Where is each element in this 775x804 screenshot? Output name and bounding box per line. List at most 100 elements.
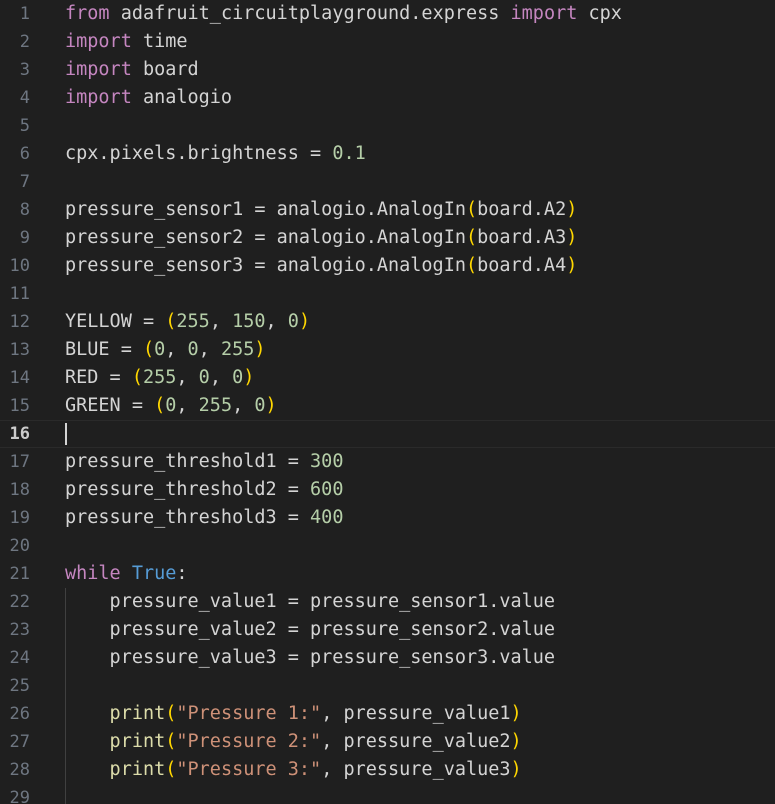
code-text[interactable]: import analogio (65, 84, 232, 112)
code-line[interactable]: 27 print("Pressure 2:", pressure_value2) (0, 728, 775, 756)
code-text[interactable]: import time (65, 28, 188, 56)
code-token: ) (510, 731, 522, 752)
code-token: pressure_threshold3 = (65, 507, 311, 528)
code-line[interactable]: 10 pressure_sensor3 = analogio.AnalogIn(b… (0, 252, 775, 280)
line-number: 25 (9, 676, 30, 696)
code-line[interactable]: 16 (0, 420, 775, 448)
code-text[interactable]: pressure_threshold1 = 300 (65, 448, 343, 476)
code-line[interactable]: 2 import time (0, 28, 775, 56)
line-number: 20 (9, 536, 30, 556)
code-token: pressure_threshold1 = (65, 451, 311, 472)
code-line[interactable]: 14 RED = (255, 0, 0) (0, 364, 775, 392)
line-number: 3 (19, 60, 30, 80)
code-text[interactable]: import board (65, 56, 199, 84)
code-token: , (176, 395, 199, 416)
code-text[interactable]: print("Pressure 2:", pressure_value2) (65, 728, 522, 756)
code-text[interactable]: cpx.pixels.brightness = 0.1 (65, 140, 366, 168)
code-line[interactable]: 1 from adafruit_circuitplayground.express… (0, 0, 775, 28)
code-token: board (131, 59, 199, 80)
code-line[interactable]: 5 (0, 112, 775, 140)
code-line[interactable]: 15 GREEN = (0, 255, 0) (0, 392, 775, 420)
code-token: , (198, 339, 221, 360)
code-line[interactable]: 7 (0, 168, 775, 196)
code-token: , pressure_value1 (321, 703, 511, 724)
code-text[interactable]: RED = (255, 0, 0) (65, 364, 254, 392)
code-line[interactable]: 12 YELLOW = (255, 150, 0) (0, 308, 775, 336)
code-token: 0 (287, 311, 299, 332)
code-token: ( (165, 759, 177, 780)
line-number: 28 (9, 760, 30, 780)
line-number: 16 (9, 424, 30, 444)
code-text[interactable]: pressure_value3 = pressure_sensor3.value (65, 644, 556, 672)
code-editor[interactable]: 1 from adafruit_circuitplayground.express… (0, 0, 775, 804)
code-line[interactable]: 21 while True: (0, 560, 775, 588)
code-token: 300 (310, 451, 344, 472)
code-line[interactable]: 22 pressure_value1 = pressure_sensor1.va… (0, 588, 775, 616)
code-line[interactable]: 26 print("Pressure 1:", pressure_value1) (0, 700, 775, 728)
code-text[interactable]: print("Pressure 3:", pressure_value3) (65, 756, 522, 784)
code-line[interactable]: 23 pressure_value2 = pressure_sensor2.va… (0, 616, 775, 644)
code-line[interactable]: 11 (0, 280, 775, 308)
code-token: , pressure_value3 (321, 759, 511, 780)
code-text[interactable]: pressure_sensor1 = analogio.AnalogIn(boa… (65, 196, 577, 224)
code-line[interactable]: 18 pressure_threshold2 = 600 (0, 476, 775, 504)
code-line[interactable]: 25 (0, 672, 775, 700)
code-token: ( (165, 703, 177, 724)
code-token: 600 (310, 479, 344, 500)
code-line[interactable]: 3 import board (0, 56, 775, 84)
code-token: print (65, 703, 166, 724)
code-text[interactable] (65, 421, 67, 447)
code-token: BLUE = (65, 339, 143, 360)
code-token: ( (131, 367, 143, 388)
code-text[interactable]: GREEN = (0, 255, 0) (65, 392, 277, 420)
code-token: analogio (131, 87, 233, 108)
line-number: 4 (19, 88, 30, 108)
code-token: time (131, 31, 188, 52)
code-line[interactable]: 29 (0, 784, 775, 804)
code-text[interactable]: pressure_value2 = pressure_sensor2.value (65, 616, 556, 644)
code-token: import (65, 31, 132, 52)
line-number: 24 (9, 648, 30, 668)
code-token: ) (265, 395, 277, 416)
code-token: pressure_threshold2 = (65, 479, 311, 500)
code-line[interactable]: 6 cpx.pixels.brightness = 0.1 (0, 140, 775, 168)
code-token: print (65, 759, 166, 780)
code-line[interactable]: 19 pressure_threshold3 = 400 (0, 504, 775, 532)
line-number: 18 (9, 480, 30, 500)
code-token: 0 (154, 339, 166, 360)
code-text[interactable]: while True: (65, 560, 188, 588)
code-text[interactable]: YELLOW = (255, 150, 0) (65, 308, 310, 336)
code-text[interactable]: from adafruit_circuitplayground.express … (65, 0, 622, 28)
code-token: ( (165, 311, 177, 332)
code-line[interactable]: 24 pressure_value3 = pressure_sensor3.va… (0, 644, 775, 672)
code-token: 0 (198, 367, 210, 388)
text-cursor (65, 423, 67, 445)
code-text[interactable]: BLUE = (0, 0, 255) (65, 336, 266, 364)
code-token: 150 (232, 311, 266, 332)
code-line[interactable]: 17 pressure_threshold1 = 300 (0, 448, 775, 476)
code-text[interactable]: pressure_sensor3 = analogio.AnalogIn(boa… (65, 252, 577, 280)
line-number: 26 (9, 704, 30, 724)
code-token: pressure_sensor3 = analogio.AnalogIn (65, 255, 466, 276)
code-line[interactable]: 9 pressure_sensor2 = analogio.AnalogIn(bo… (0, 224, 775, 252)
code-token: ( (154, 395, 166, 416)
code-token: ) (510, 703, 522, 724)
code-token: from (65, 3, 110, 24)
code-text[interactable]: pressure_threshold3 = 400 (65, 504, 343, 532)
code-text[interactable]: pressure_sensor2 = analogio.AnalogIn(boa… (65, 224, 577, 252)
code-line[interactable]: 13 BLUE = (0, 0, 255) (0, 336, 775, 364)
code-line[interactable]: 28 print("Pressure 3:", pressure_value3) (0, 756, 775, 784)
code-text[interactable]: print("Pressure 1:", pressure_value1) (65, 700, 522, 728)
line-number: 10 (9, 256, 30, 276)
code-token: True (131, 563, 177, 584)
line-number: 1 (19, 4, 30, 24)
line-number: 5 (19, 116, 30, 136)
code-line[interactable]: 20 (0, 532, 775, 560)
code-line[interactable]: 8 pressure_sensor1 = analogio.AnalogIn(bo… (0, 196, 775, 224)
code-token: 0 (232, 367, 244, 388)
code-line[interactable]: 4 import analogio (0, 84, 775, 112)
line-number: 17 (9, 452, 30, 472)
code-text[interactable]: pressure_threshold2 = 600 (65, 476, 343, 504)
code-token: "Pressure 1:" (176, 703, 322, 724)
code-text[interactable]: pressure_value1 = pressure_sensor1.value (65, 588, 556, 616)
